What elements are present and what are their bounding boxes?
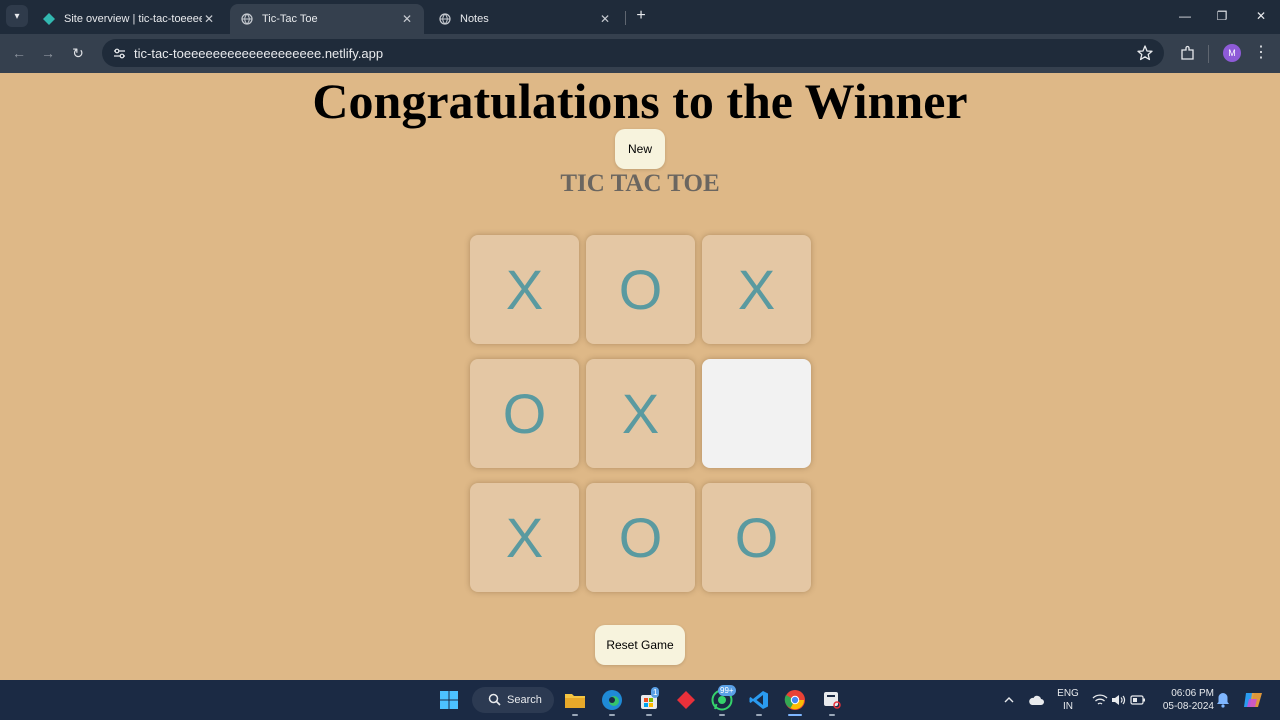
more-menu-icon[interactable]: ⋮ [1252, 44, 1270, 62]
copilot-icon[interactable] [1241, 688, 1265, 712]
tab-title: Site overview | tic-tac-toeeeee [64, 13, 202, 25]
address-bar[interactable]: tic-tac-toeeeeeeeeeeeeeeeeeee.netlify.ap… [102, 39, 1164, 67]
tab-separator [625, 11, 626, 25]
globe-icon [438, 12, 452, 26]
profile-avatar[interactable]: M [1223, 44, 1241, 62]
file-explorer-icon[interactable] [563, 688, 587, 712]
whatsapp-notification-badge: 99+ [718, 685, 736, 696]
winner-message: Congratulations to the Winner [312, 73, 968, 129]
taskbar-search[interactable]: Search [472, 687, 554, 713]
restore-icon[interactable]: ❐ [1214, 8, 1230, 24]
tab-site-overview[interactable]: Site overview | tic-tac-toeeeee ✕ [32, 4, 226, 34]
site-settings-icon[interactable] [112, 46, 126, 60]
reload-icon[interactable]: ↻ [69, 44, 87, 62]
windows-start-icon[interactable] [437, 688, 461, 712]
new-tab-button[interactable]: + [632, 7, 650, 25]
onedrive-cloud-icon[interactable] [1024, 688, 1048, 712]
battery-icon[interactable] [1126, 688, 1150, 712]
forward-arrow-icon[interactable]: → [39, 44, 57, 62]
region-label: IN [1063, 701, 1073, 712]
board-cell-6[interactable] [702, 359, 811, 468]
close-icon[interactable]: ✕ [202, 12, 216, 26]
new-game-button[interactable]: New [615, 129, 665, 169]
globe-icon [240, 12, 254, 26]
close-window-icon[interactable]: ✕ [1253, 8, 1269, 24]
minimize-icon[interactable]: — [1177, 8, 1193, 24]
url-text: tic-tac-toeeeeeeeeeeeeeeeeeee.netlify.ap… [134, 45, 384, 61]
clock-time: 06:06 PM [1171, 688, 1214, 699]
board-cell-3[interactable]: X [702, 235, 811, 344]
tab-tic-tac-toe[interactable]: Tic-Tac Toe ✕ [230, 4, 424, 34]
tab-title: Notes [460, 13, 489, 25]
show-hidden-icons-chevron-icon[interactable] [997, 688, 1021, 712]
board-cell-1[interactable]: X [470, 235, 579, 344]
back-arrow-icon[interactable]: ← [10, 44, 28, 62]
board-cell-4[interactable]: O [470, 359, 579, 468]
board-cell-5[interactable]: X [586, 359, 695, 468]
app-running-indicator [829, 714, 835, 716]
snipping-tool-icon[interactable] [820, 688, 844, 712]
bookmark-star-icon[interactable] [1136, 44, 1154, 62]
game-title: TIC TAC TOE [560, 170, 720, 197]
app-running-indicator [756, 714, 762, 716]
toolbar-separator [1208, 45, 1209, 63]
vscode-icon[interactable] [747, 688, 771, 712]
game-board: X O X O X X O O [470, 235, 811, 592]
language-label: ENG [1057, 688, 1079, 699]
app-active-indicator [788, 714, 802, 716]
app-running-indicator [719, 714, 725, 716]
clock-date: 05-08-2024 [1162, 701, 1214, 712]
close-icon[interactable]: ✕ [598, 12, 612, 26]
edge-icon[interactable] [600, 688, 624, 712]
language-indicator[interactable]: ENG IN [1054, 687, 1082, 713]
git-app-icon[interactable] [674, 688, 698, 712]
board-cell-9[interactable]: O [702, 483, 811, 592]
netlify-icon [42, 12, 56, 26]
browser-tab-bar: ▾ Site overview | tic-tac-toeeeee ✕ Tic-… [0, 0, 1280, 34]
search-label: Search [507, 694, 542, 706]
notification-bell-icon[interactable] [1211, 688, 1235, 712]
close-icon[interactable]: ✕ [400, 12, 414, 26]
app-running-indicator [609, 714, 615, 716]
page-content: Congratulations to the Winner New TIC TA… [0, 73, 1280, 680]
taskbar-clock[interactable]: 06:06 PM 05-08-2024 [1152, 687, 1214, 713]
tab-search-menu-button[interactable]: ▾ [6, 5, 28, 27]
browser-toolbar: ← → ↻ tic-tac-toeeeeeeeeeeeeeeeeeee.netl… [0, 34, 1280, 73]
tab-title: Tic-Tac Toe [262, 13, 318, 25]
windows-taskbar: Search 1 99+ ENG IN 06:06 PM 05-08-2024 [0, 680, 1280, 720]
app-running-indicator [646, 714, 652, 716]
store-notification-badge: 1 [651, 687, 660, 698]
board-cell-7[interactable]: X [470, 483, 579, 592]
chrome-icon[interactable] [783, 688, 807, 712]
board-cell-2[interactable]: O [586, 235, 695, 344]
search-icon [488, 693, 502, 707]
extensions-puzzle-icon[interactable] [1179, 44, 1197, 62]
reset-game-button[interactable]: Reset Game [595, 625, 685, 665]
board-cell-8[interactable]: O [586, 483, 695, 592]
tab-notes[interactable]: Notes ✕ [428, 4, 622, 34]
app-running-indicator [572, 714, 578, 716]
